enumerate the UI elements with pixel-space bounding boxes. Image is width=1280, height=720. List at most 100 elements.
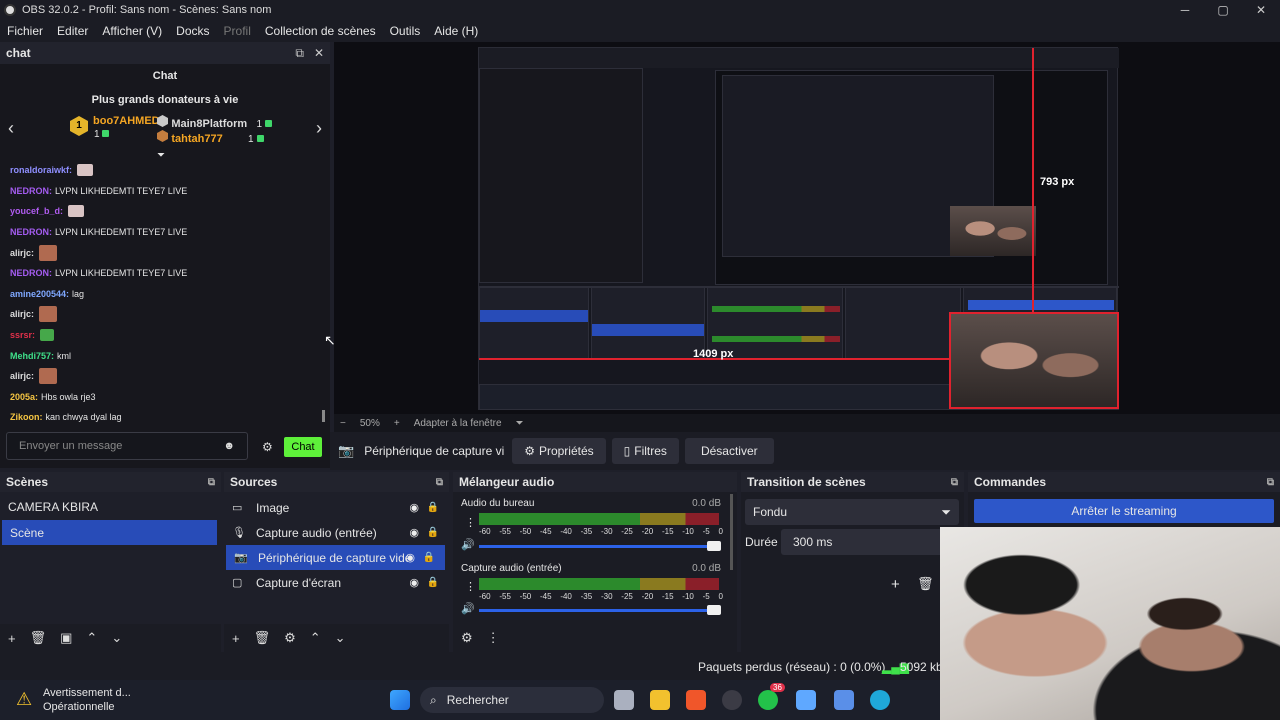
eye-icon[interactable]: ◉ [409,576,419,589]
scene-item-scene[interactable]: Scène [2,520,217,545]
deactivate-button[interactable]: Désactiver [684,438,774,464]
lock-icon[interactable]: 🔒 [427,527,439,538]
chat-username[interactable]: youcef_b_d: [10,206,63,216]
add-icon[interactable]: + [891,576,900,593]
source-item-video-capture[interactable]: 📷 Périphérique de capture vidéo ◉ 🔒 [226,545,445,570]
warning-icon[interactable]: ⚠ [16,689,32,710]
chat-message-input[interactable]: Envoyer un message ☻ [6,432,248,460]
float-dock-icon[interactable]: ⧉ [1267,477,1274,488]
float-dock-icon[interactable]: ⧉ [436,477,443,488]
add-icon[interactable]: + [232,631,240,646]
float-dock-icon[interactable]: ⧉ [295,46,304,61]
more-icon[interactable]: ⋮ [465,516,476,529]
chevron-down-icon[interactable]: ⏷ [516,418,524,429]
eye-icon[interactable]: ◉ [405,551,415,564]
chat-username[interactable]: Zikoon: [10,412,43,422]
preview-canvas[interactable]: 793 px 1409 px [478,47,1119,410]
emoji-icon[interactable]: ☻ [223,440,235,452]
chat-settings-gear-icon[interactable]: ⚙ [262,440,273,454]
zoom-in-icon[interactable]: + [394,418,400,429]
trash-icon[interactable]: 🗑 [30,630,47,646]
brave-icon[interactable] [686,690,706,710]
chevron-up-icon[interactable]: ⌃ [310,630,321,646]
chat-send-button[interactable]: Chat [284,437,322,457]
zoom-out-icon[interactable]: − [340,418,346,429]
chat-username[interactable]: 2005a: [10,392,38,402]
menu-docks[interactable]: Docks [169,24,216,38]
windows-start-icon[interactable] [390,690,410,710]
chat-username[interactable]: ssrsr: [10,330,35,340]
meter-tick-label: -20 [641,527,654,536]
slider-knob[interactable] [707,605,721,615]
chat-username[interactable]: ronaldoraiwkf: [10,165,72,175]
menu-aide[interactable]: Aide (H) [427,24,485,38]
mixer-scrollbar[interactable] [730,494,733,570]
source-item-screen-capture[interactable]: ▢ Capture d'écran ◉ 🔒 [224,570,449,595]
chevron-down-icon[interactable]: ⌄ [335,630,346,646]
app-icon[interactable] [796,690,816,710]
prev-arrow-icon[interactable]: ‹ [8,118,14,139]
transition-select[interactable]: Fondu ⏷ [745,499,959,525]
menu-profil[interactable]: Profil [217,24,258,38]
float-dock-icon[interactable]: ⧉ [951,477,958,488]
more-icon[interactable]: ⋮ [487,630,500,646]
filters-button[interactable]: ▯ Filtres [611,438,679,464]
fit-mode-select[interactable]: Adapter à la fenêtre [414,418,502,429]
lock-icon[interactable]: 🔒 [427,577,439,588]
chat-username[interactable]: alirjc: [10,371,34,381]
properties-button[interactable]: ⚙ Propriétés [512,438,606,464]
maximize-button[interactable]: ▢ [1204,0,1242,20]
more-icon[interactable]: ⋮ [465,580,476,593]
chevron-up-icon[interactable]: ⌃ [86,630,97,646]
lock-icon[interactable]: 🔒 [427,502,439,513]
close-dock-icon[interactable]: ✕ [314,46,324,61]
word-icon[interactable] [834,690,854,710]
chat-username[interactable]: NEDRON: [10,268,52,278]
menu-outils[interactable]: Outils [383,24,428,38]
chat-username[interactable]: alirjc: [10,309,34,319]
source-item-audio-input[interactable]: 🎙 Capture audio (entrée) ◉ 🔒 [224,520,449,545]
scene-item-camera-kbira[interactable]: CAMERA KBIRA [0,494,221,519]
advanced-audio-icon[interactable]: ⚙ [461,630,473,646]
taskbar-search[interactable]: ⌕ Rechercher [420,687,604,713]
speaker-icon[interactable]: 🔊 [461,538,475,551]
lock-icon[interactable]: 🔒 [423,552,435,563]
volume-slider[interactable] [479,541,721,551]
chevron-down-icon[interactable]: ⌄ [111,630,122,646]
eye-icon[interactable]: ◉ [409,501,419,514]
volume-slider[interactable] [479,605,721,615]
task-view-icon[interactable] [614,690,634,710]
source-item-image[interactable]: ▭ Image ◉ 🔒 [224,495,449,520]
notification-title[interactable]: Avertissement d... [43,687,131,699]
close-button[interactable]: ✕ [1242,0,1280,20]
duration-input[interactable]: 300 ms [781,529,951,555]
float-dock-icon[interactable]: ⧉ [208,477,215,488]
speaker-icon[interactable]: 🔊 [461,602,475,615]
chat-username[interactable]: amine200544: [10,289,69,299]
whatsapp-icon[interactable] [758,690,778,710]
menu-editer[interactable]: Editer [50,24,95,38]
source-toolbar: 📷 Périphérique de capture vi ⚙ Propriétés… [330,432,1280,470]
minimize-button[interactable]: ─ [1166,0,1204,20]
filter-icon[interactable]: ▣ [60,630,72,646]
file-explorer-icon[interactable] [650,690,670,710]
edge-icon[interactable] [870,690,890,710]
trash-icon[interactable]: 🗑 [917,576,934,592]
chat-username[interactable]: NEDRON: [10,186,52,196]
trash-icon[interactable]: 🗑 [254,630,271,646]
add-icon[interactable]: + [8,631,16,646]
obs-taskbar-icon[interactable] [722,690,742,710]
slider-knob[interactable] [707,541,721,551]
chat-username[interactable]: alirjc: [10,248,34,258]
eye-icon[interactable]: ◉ [409,526,419,539]
selected-webcam-source[interactable] [949,312,1119,409]
menu-afficher[interactable]: Afficher (V) [95,24,169,38]
chat-username[interactable]: Mehdi757: [10,351,54,361]
menu-collection-scenes[interactable]: Collection de scènes [258,24,383,38]
menu-fichier[interactable]: Fichier [0,24,50,38]
gear-icon[interactable]: ⚙ [284,630,296,646]
chat-username[interactable]: NEDRON: [10,227,52,237]
next-arrow-icon[interactable]: › [316,118,322,139]
stop-streaming-button[interactable]: Arrêter le streaming [974,499,1274,523]
chat-scrollbar[interactable] [322,410,325,422]
